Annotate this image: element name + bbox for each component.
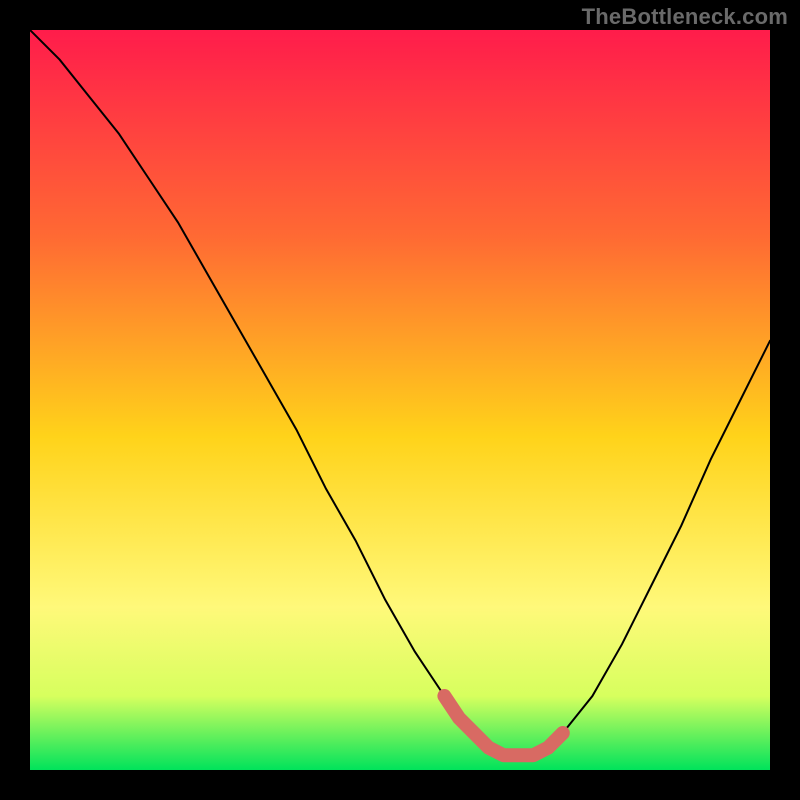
watermark-text: TheBottleneck.com [582,4,788,30]
chart-frame: TheBottleneck.com [0,0,800,800]
bottleneck-chart [30,30,770,770]
plot-area [30,30,770,770]
gradient-background [30,30,770,770]
